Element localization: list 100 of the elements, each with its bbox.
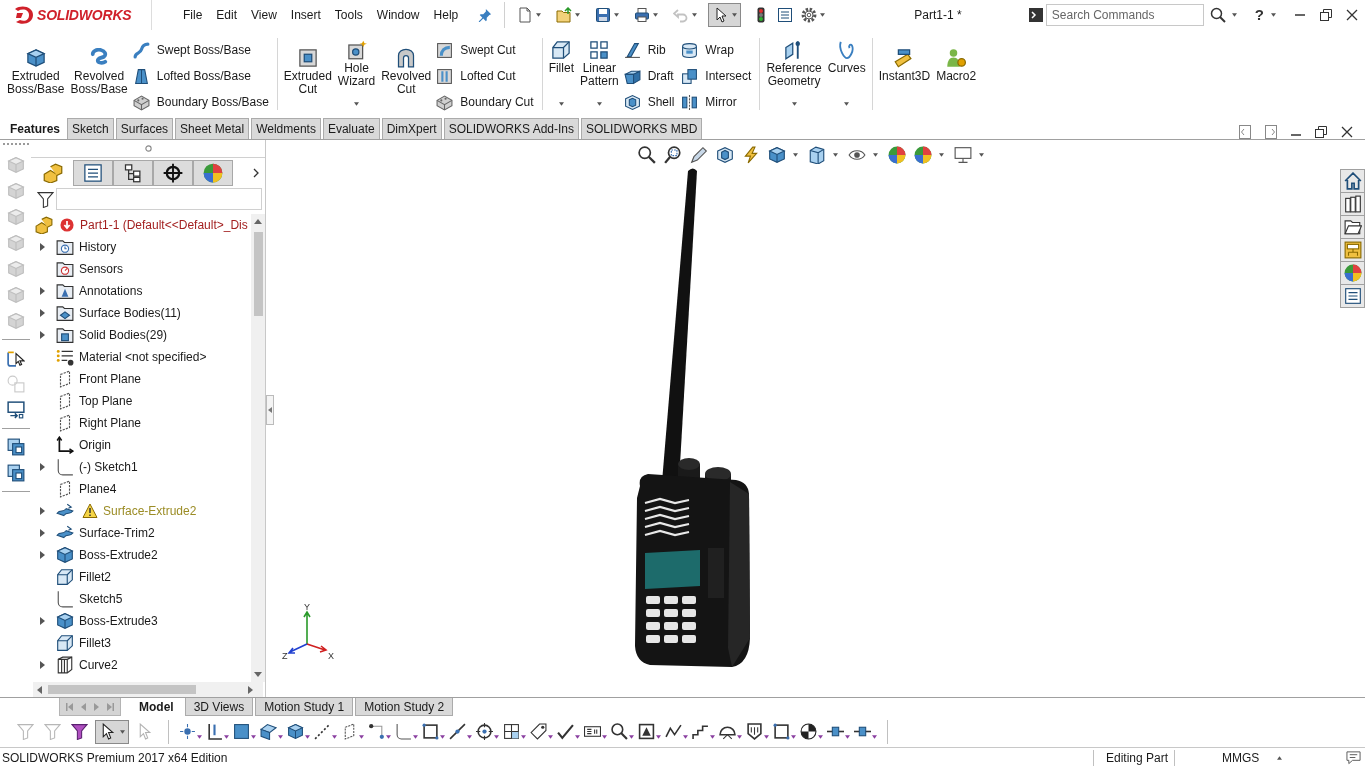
toolbar-button[interactable] [767, 145, 799, 165]
ribbon-button[interactable]: Linear Pattern [576, 34, 622, 114]
tab[interactable]: Sheet Metal [175, 118, 250, 139]
expand-arrow-icon[interactable] [40, 661, 45, 669]
expand-arrow-icon[interactable] [40, 507, 45, 515]
tile-right-icon[interactable] [1265, 124, 1277, 139]
tab[interactable]: DimXpert [381, 118, 442, 139]
ribbon-button[interactable]: Intersect [681, 64, 755, 88]
tree-item[interactable]: Surface-Trim2 [31, 522, 251, 544]
expand-arrow-icon[interactable] [40, 243, 45, 251]
expand-arrow-icon[interactable] [40, 331, 45, 339]
expand-arrow-icon[interactable] [40, 309, 45, 317]
ribbon-button[interactable]: Swept Boss/Base [132, 38, 272, 62]
toolbar-button[interactable] [637, 145, 657, 165]
tab[interactable]: Surfaces [115, 118, 174, 139]
tab[interactable]: SOLIDWORKS MBD [581, 118, 703, 139]
menu-item[interactable]: Insert [283, 3, 328, 27]
filter-field[interactable] [56, 188, 262, 210]
ribbon-button[interactable]: Macro2 [933, 34, 980, 114]
vertical-scrollbar[interactable] [251, 214, 265, 682]
menu-item[interactable]: Help [426, 3, 466, 27]
menu-item[interactable]: Edit [209, 3, 245, 27]
search-icon[interactable] [1209, 7, 1226, 23]
tab[interactable]: Motion Study 2 [355, 698, 454, 716]
ribbon-button[interactable]: Wrap [681, 38, 755, 62]
minimize-icon[interactable] [1291, 133, 1301, 136]
ribbon-button[interactable]: Extruded Cut [280, 34, 335, 114]
units-button[interactable]: MMGS [1221, 748, 1284, 767]
ribbon-button[interactable]: Revolved Cut [378, 34, 435, 114]
expand-arrow-icon[interactable] [40, 551, 45, 559]
horizontal-scrollbar[interactable] [33, 682, 263, 697]
panel-collapse-handle[interactable] [266, 395, 274, 425]
toolbar-button[interactable] [95, 719, 129, 744]
tab[interactable]: SOLIDWORKS Add-Ins [443, 118, 580, 139]
ribbon-button[interactable]: Shell [623, 90, 678, 114]
tree-item[interactable]: Fillet2 [31, 566, 251, 588]
tree-root-item[interactable]: Part1-1 (Default<<Default>_Dis [31, 214, 251, 236]
task-pane-tab[interactable] [1340, 284, 1365, 308]
tab[interactable]: 3D Views [184, 698, 254, 716]
tree-item[interactable]: Surface-Extrude2 [31, 500, 251, 522]
tree-item[interactable]: Sensors [31, 258, 251, 280]
toolbar-button[interactable] [715, 145, 735, 165]
menu-item[interactable]: Window [369, 3, 427, 27]
ribbon-button[interactable]: Rib [623, 38, 678, 62]
restore-icon[interactable] [1320, 9, 1332, 21]
expand-arrow-icon[interactable] [40, 617, 45, 625]
panel-tab[interactable] [113, 160, 153, 186]
menu-item[interactable]: View [244, 3, 284, 27]
ribbon-button[interactable]: Revolved Boss/Base [67, 34, 131, 114]
scroll-right-icon[interactable] [248, 685, 253, 694]
speech-bubble-icon[interactable] [1346, 750, 1361, 765]
ribbon-button[interactable]: Boundary Boss/Base [132, 90, 272, 114]
close-icon[interactable] [1341, 125, 1353, 138]
ribbon-button[interactable]: Curves [824, 34, 869, 114]
expand-arrow-icon[interactable] [40, 529, 45, 537]
tile-left-icon[interactable] [1239, 124, 1251, 139]
tree-item[interactable]: Origin [31, 434, 251, 456]
tree-item[interactable]: Right Plane [31, 412, 251, 434]
tree-item[interactable]: Curve2 [31, 654, 251, 676]
task-pane-tab[interactable] [1340, 169, 1365, 193]
toolbar-button[interactable] [663, 145, 683, 165]
ribbon-button[interactable]: Swept Cut [436, 38, 537, 62]
tree-item[interactable]: Boss-Extrude2 [31, 544, 251, 566]
ribbon-button[interactable]: Draft [623, 64, 678, 88]
tab[interactable]: Weldments [251, 118, 321, 139]
search-field[interactable]: Search Commands [1045, 4, 1204, 26]
help-button[interactable]: ? [1252, 4, 1278, 26]
ribbon-button[interactable]: Reference Geometry [763, 34, 825, 114]
ribbon-button[interactable]: Fillet [545, 34, 577, 114]
tree-item[interactable]: Annotations [31, 280, 251, 302]
expand-arrow-icon[interactable] [40, 287, 45, 295]
select-button[interactable] [708, 3, 742, 27]
restore-icon[interactable] [1315, 125, 1327, 138]
scrollbar-thumb[interactable] [48, 685, 196, 694]
tree-item[interactable]: Boss-Extrude3 [31, 610, 251, 632]
toolbar-button[interactable] [807, 145, 839, 165]
scroll-up-icon[interactable] [254, 219, 262, 224]
scroll-left-icon[interactable] [37, 685, 42, 694]
tree-item[interactable]: History [31, 236, 251, 258]
tree-item[interactable]: Front Plane [31, 368, 251, 390]
close-icon[interactable] [1346, 9, 1358, 21]
scroll-down-icon[interactable] [254, 672, 262, 677]
tree-item[interactable]: Solid Bodies(29) [31, 324, 251, 346]
tree-item[interactable]: (-) Sketch1 [31, 456, 251, 478]
pin-icon[interactable] [478, 8, 493, 22]
ribbon-button[interactable]: Boundary Cut [436, 90, 537, 114]
tree-item[interactable]: Material <not specified> [31, 346, 251, 368]
ribbon-button[interactable]: Instant3D [875, 34, 934, 114]
caret-icon[interactable] [1231, 13, 1237, 17]
tab[interactable]: Motion Study 1 [255, 698, 354, 716]
ribbon-button[interactable]: Mirror [681, 90, 755, 114]
tab[interactable]: Sketch [67, 118, 114, 139]
menu-item[interactable]: Tools [327, 3, 370, 27]
tree-item[interactable]: Top Plane [31, 390, 251, 412]
chevron-right-icon[interactable] [253, 168, 259, 178]
toolbar-button[interactable] [953, 145, 985, 165]
ribbon-button[interactable]: Extruded Boss/Base [4, 34, 68, 114]
tree-item[interactable]: Sketch5 [31, 588, 251, 610]
tree-item[interactable]: Fillet3 [31, 632, 251, 654]
expand-arrow-icon[interactable] [40, 463, 45, 471]
